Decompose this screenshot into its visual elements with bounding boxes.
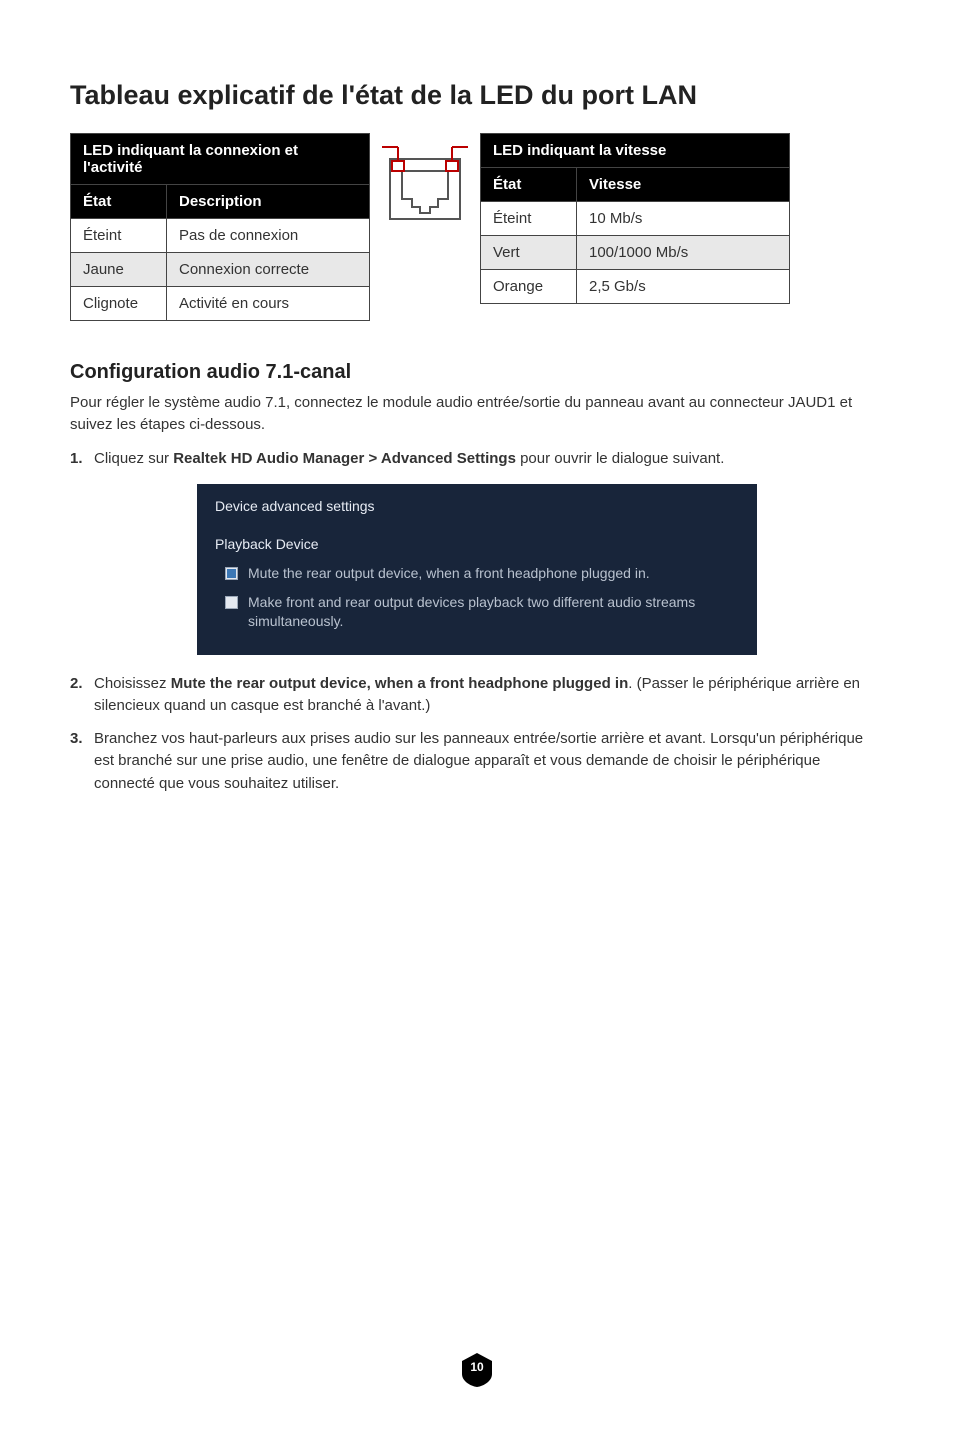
led-tables-row: LED indiquant la connexion et l'activité… bbox=[70, 133, 884, 321]
checkbox-unchecked-icon bbox=[225, 596, 238, 609]
table-row: Jaune Connexion correcte bbox=[71, 253, 370, 287]
audio-settings-dialog: Device advanced settings Playback Device… bbox=[197, 484, 757, 655]
speed-led-table: LED indiquant la vitesse État Vitesse Ét… bbox=[480, 133, 790, 304]
table-row: Vert 100/1000 Mb/s bbox=[481, 236, 790, 270]
table-cell: 10 Mb/s bbox=[577, 202, 790, 236]
step-bold: Mute the rear output device, when a fron… bbox=[171, 675, 629, 692]
step-number: 1. bbox=[70, 448, 94, 471]
table-cell: Connexion correcte bbox=[167, 253, 370, 287]
dialog-option-2: Make front and rear output devices playb… bbox=[215, 589, 739, 637]
activity-led-caption: LED indiquant la connexion et l'activité bbox=[71, 134, 370, 185]
table-cell: 100/1000 Mb/s bbox=[577, 236, 790, 270]
table-cell: Orange bbox=[481, 270, 577, 304]
table2-h0: État bbox=[481, 168, 577, 202]
audio-config-heading: Configuration audio 7.1-canal bbox=[70, 361, 884, 384]
step-text: Cliquez sur Realtek HD Audio Manager > A… bbox=[94, 448, 884, 471]
page-title: Tableau explicatif de l'état de la LED d… bbox=[70, 80, 884, 111]
dialog-option-text: Mute the rear output device, when a fron… bbox=[248, 564, 650, 583]
text: pour ouvrir le dialogue suivant. bbox=[516, 450, 724, 467]
dialog-section-label: Playback Device bbox=[215, 536, 739, 552]
table-cell: Clignote bbox=[71, 287, 167, 321]
audio-config-intro: Pour régler le système audio 7.1, connec… bbox=[70, 392, 884, 436]
table-row: Clignote Activité en cours bbox=[71, 287, 370, 321]
table1-h0: État bbox=[71, 185, 167, 219]
table-cell: Activité en cours bbox=[167, 287, 370, 321]
step-2: 2. Choisissez Mute the rear output devic… bbox=[70, 673, 884, 718]
text: Cliquez sur bbox=[94, 450, 173, 467]
table1-h1: Description bbox=[167, 185, 370, 219]
step-text: Branchez vos haut-parleurs aux prises au… bbox=[94, 728, 884, 796]
table-cell: Éteint bbox=[71, 219, 167, 253]
step-number: 2. bbox=[70, 673, 94, 718]
table2-h1: Vitesse bbox=[577, 168, 790, 202]
step-1: 1. Cliquez sur Realtek HD Audio Manager … bbox=[70, 448, 884, 471]
table-row: Éteint Pas de connexion bbox=[71, 219, 370, 253]
step-number: 3. bbox=[70, 728, 94, 796]
table-cell: Éteint bbox=[481, 202, 577, 236]
table-cell: Vert bbox=[481, 236, 577, 270]
dialog-option-text: Make front and rear output devices playb… bbox=[248, 593, 739, 631]
table-row: Orange 2,5 Gb/s bbox=[481, 270, 790, 304]
table-row: Éteint 10 Mb/s bbox=[481, 202, 790, 236]
step-3: 3. Branchez vos haut-parleurs aux prises… bbox=[70, 728, 884, 796]
activity-led-table: LED indiquant la connexion et l'activité… bbox=[70, 133, 370, 321]
page-number: 10 bbox=[460, 1360, 494, 1374]
dialog-option-1: Mute the rear output device, when a fron… bbox=[215, 560, 739, 589]
speed-led-caption: LED indiquant la vitesse bbox=[481, 134, 790, 168]
dialog-title: Device advanced settings bbox=[215, 498, 739, 514]
text: Choisissez bbox=[94, 675, 171, 692]
table-cell: Jaune bbox=[71, 253, 167, 287]
checkbox-checked-icon bbox=[225, 567, 238, 580]
page-number-badge: 10 bbox=[460, 1352, 494, 1388]
step-bold: Realtek HD Audio Manager > Advanced Sett… bbox=[173, 450, 516, 467]
lan-port-icon bbox=[370, 133, 480, 227]
step-text: Choisissez Mute the rear output device, … bbox=[94, 673, 884, 718]
table-cell: Pas de connexion bbox=[167, 219, 370, 253]
table-cell: 2,5 Gb/s bbox=[577, 270, 790, 304]
